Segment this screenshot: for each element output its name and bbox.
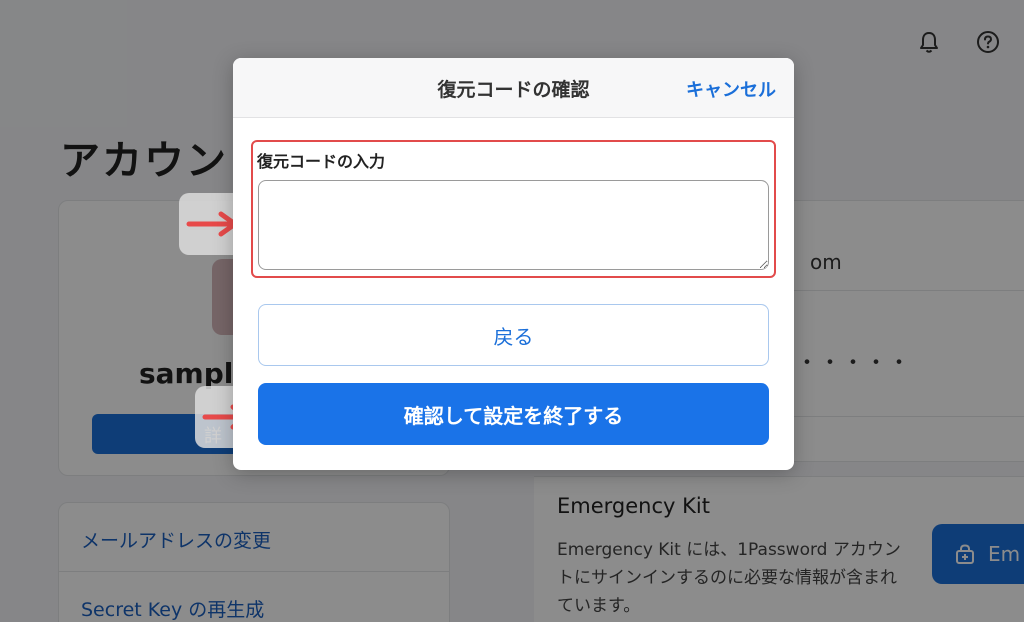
cancel-button[interactable]: キャンセル <box>686 76 776 102</box>
confirm-finish-button[interactable]: 確認して設定を終了する <box>258 383 769 445</box>
back-button[interactable]: 戻る <box>258 304 769 366</box>
recovery-code-dialog: 復元コードの確認 キャンセル 復元コードの入力 戻る 確認して設定を終了する <box>233 58 794 470</box>
recovery-code-label: 復元コードの入力 <box>257 152 386 171</box>
recovery-code-input[interactable] <box>258 180 769 270</box>
dialog-header: 復元コードの確認 キャンセル <box>233 58 794 118</box>
